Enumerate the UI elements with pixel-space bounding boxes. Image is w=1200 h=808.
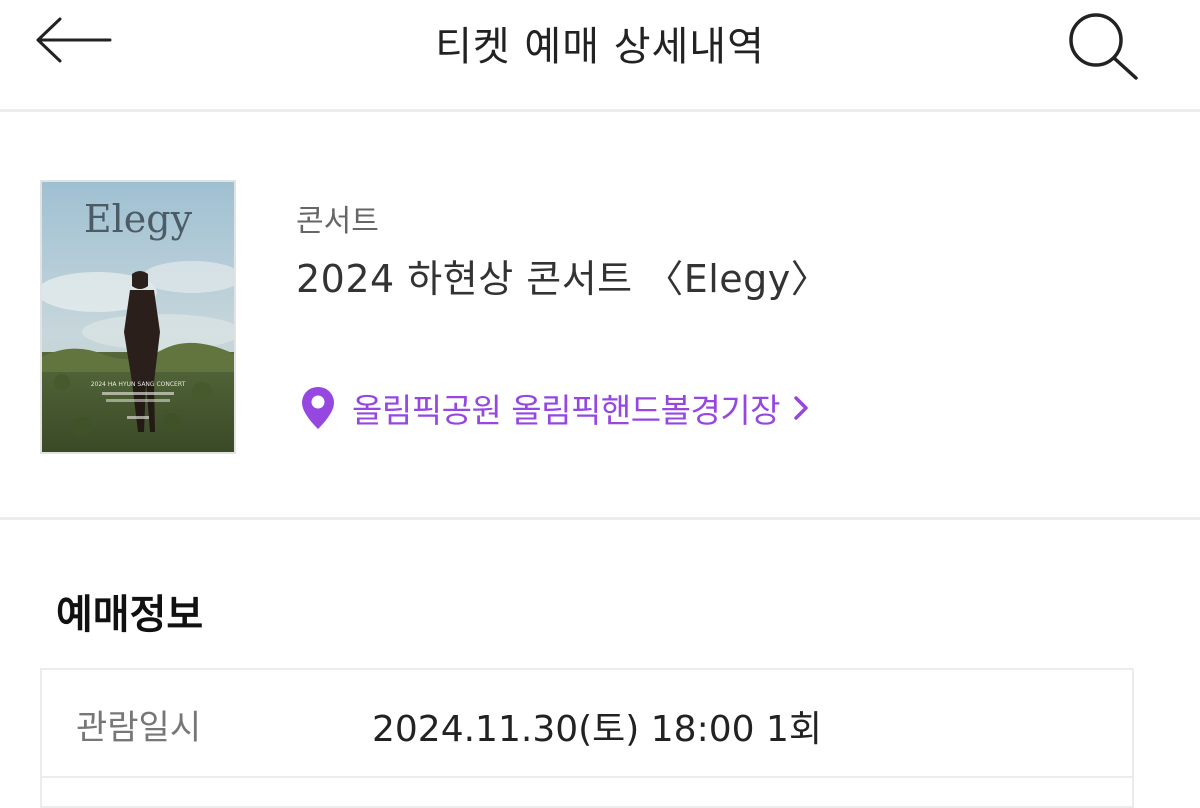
search-button[interactable] [1056,6,1146,84]
info-value: 2024.11.30(토) 18:00 1회 [372,709,822,750]
venue-link[interactable]: 올림픽공원 올림픽핸드볼경기장 [300,382,810,434]
location-pin-icon [302,387,334,429]
booking-info-table: 관람일시 2024.11.30(토) 18:00 1회 [40,668,1134,808]
svg-text:Elegy: Elegy [84,197,193,241]
event-category: 콘서트 [296,204,379,239]
booking-info-title: 예매정보 [56,592,204,638]
page-title: 티켓 예매 상세내역 [435,24,765,70]
poster-image: Elegy 2024 HA HYUN SANG CONCERT [42,182,234,452]
event-title: 2024 하현상 콘서트 〈Elegy〉 [296,257,830,301]
chevron-right-icon [794,396,808,420]
venue-name: 올림픽공원 올림픽핸드볼경기장 [352,391,781,430]
app-header: 티켓 예매 상세내역 [0,0,1200,112]
search-icon [1069,13,1138,80]
event-poster[interactable]: Elegy 2024 HA HYUN SANG CONCERT [40,180,236,454]
svg-text:2024 HA HYUN SANG CONCERT: 2024 HA HYUN SANG CONCERT [91,381,186,388]
info-row-viewing-date: 관람일시 2024.11.30(토) 18:00 1회 [42,670,1132,778]
info-label: 관람일시 [76,708,202,748]
event-summary: Elegy 2024 HA HYUN SANG CONCERT 콘서트 2024… [0,112,1200,520]
